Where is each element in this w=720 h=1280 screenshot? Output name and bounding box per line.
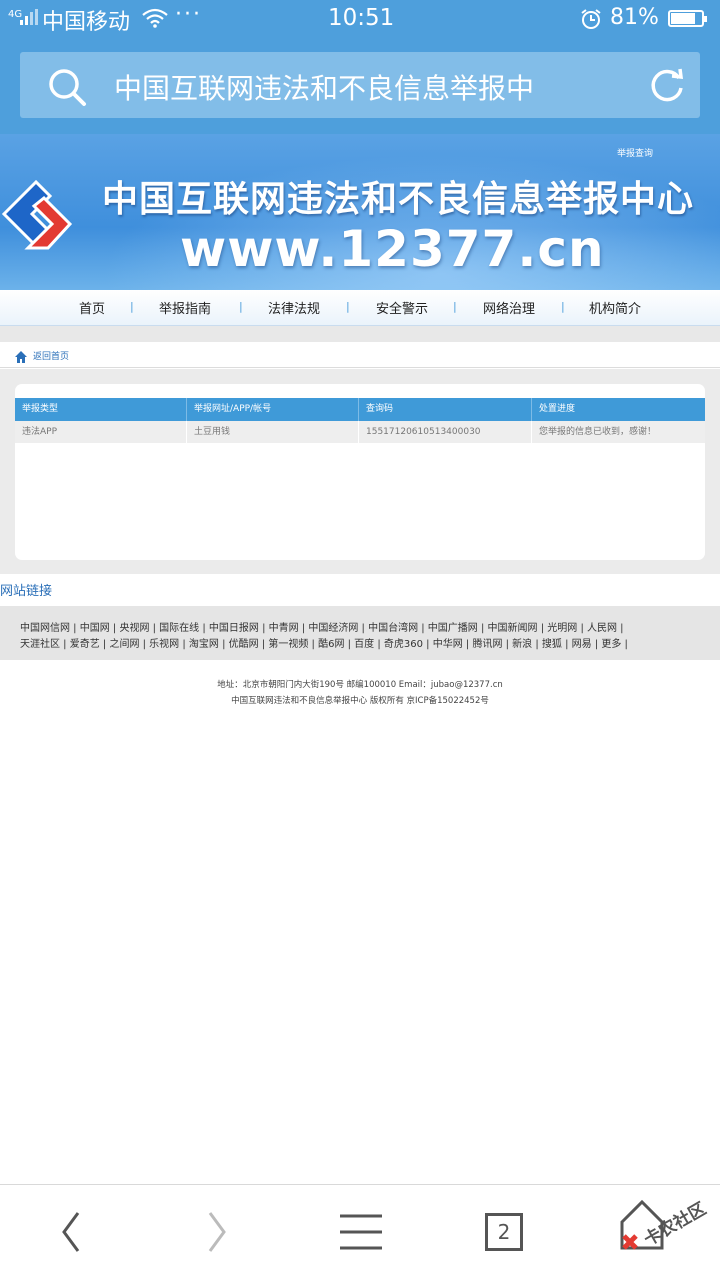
- nav-item-about[interactable]: 机构简介: [589, 298, 641, 317]
- status-bar: 4G 中国移动 ··· 10:51 81%: [0, 0, 720, 38]
- column-header-target: 举报网址/APP/帐号: [187, 398, 359, 421]
- address-bar[interactable]: 中国互联网违法和不良信息举报中: [20, 52, 700, 118]
- address-text[interactable]: 中国互联网违法和不良信息举报中: [114, 67, 614, 107]
- nav-separator: |: [453, 300, 457, 313]
- table-row: 违法APP 土豆用钱 15517120610513400030 您举报的信息已收…: [15, 421, 705, 443]
- search-icon[interactable]: [46, 66, 88, 112]
- nav-separator: |: [561, 300, 565, 313]
- browser-address-area: 中国互联网违法和不良信息举报中: [0, 38, 720, 134]
- nav-item-laws[interactable]: 法律法规: [268, 298, 320, 317]
- links-row[interactable]: 中国网信网 | 中国网 | 央视网 | 国际在线 | 中国日报网 | 中青网 |…: [20, 619, 624, 634]
- cell-status: 您举报的信息已收到，感谢！: [539, 427, 657, 437]
- nav-item-home[interactable]: 首页: [79, 298, 105, 317]
- table-header: 举报类型 举报网址/APP/帐号 查询码 处置进度: [15, 398, 705, 421]
- breadcrumb: 返回首页: [0, 342, 720, 368]
- nav-item-guide[interactable]: 举报指南: [159, 298, 211, 317]
- column-header-status: 处置进度: [539, 404, 576, 414]
- nav-separator: |: [130, 300, 134, 313]
- browser-toolbar: 2: [0, 1184, 720, 1280]
- back-icon[interactable]: [58, 1209, 84, 1259]
- report-query-link[interactable]: 举报查询: [617, 146, 653, 159]
- links-row[interactable]: 天涯社区 | 爱奇艺 | 之间网 | 乐视网 | 淘宝网 | 优酷网 | 第一视…: [20, 635, 628, 650]
- battery-percent: 81%: [610, 5, 659, 30]
- footer-copyright: 中国互联网违法和不良信息举报中心 版权所有 京ICP备15022452号: [231, 696, 489, 706]
- column-header-query-code: 查询码: [359, 398, 532, 421]
- nav-separator: |: [346, 300, 350, 313]
- site-url: www.12377.cn: [180, 220, 605, 278]
- footer-address: 地址：北京市朝阳门内大街190号 邮编100010 Email：jubao@12…: [217, 680, 503, 690]
- refresh-icon[interactable]: [648, 66, 686, 108]
- home-icon[interactable]: [15, 348, 27, 367]
- nav-item-security-alert[interactable]: 安全警示: [376, 298, 428, 317]
- report-result-card: 举报类型 举报网址/APP/帐号 查询码 处置进度 违法APP 土豆用钱 155…: [15, 384, 705, 560]
- alarm-icon: [580, 8, 602, 34]
- site-title: 中国互联网违法和不良信息举报中心: [102, 179, 695, 220]
- site-logo: [0, 178, 86, 262]
- cell-type: 违法APP: [15, 421, 187, 443]
- clock: 10:51: [328, 5, 395, 31]
- site-banner: 举报查询 中国互联网违法和不良信息举报中心 www.12377.cn: [0, 134, 720, 290]
- back-to-home-link[interactable]: 返回首页: [33, 349, 69, 362]
- links-title: 网站链接: [0, 578, 720, 606]
- column-header-type: 举报类型: [15, 398, 187, 421]
- main-nav: 首页 | 举报指南 | 法律法规 | 安全警示 | 网络治理 | 机构简介: [0, 290, 720, 326]
- signal-icon: [20, 9, 38, 25]
- nav-separator: |: [239, 300, 243, 313]
- battery-icon: [668, 10, 707, 27]
- nav-item-governance[interactable]: 网络治理: [483, 298, 535, 317]
- tabs-icon[interactable]: 2: [485, 1213, 523, 1251]
- wifi-icon: [142, 8, 168, 32]
- report-table: 举报类型 举报网址/APP/帐号 查询码 处置进度 违法APP 土豆用钱 155…: [15, 398, 705, 443]
- battery-fill: [671, 13, 696, 24]
- menu-icon[interactable]: [338, 1213, 384, 1255]
- cell-target: 土豆用钱: [187, 421, 359, 443]
- carrier-name: 中国移动: [42, 10, 131, 35]
- forward-icon[interactable]: [204, 1209, 230, 1259]
- more-dots-icon: ···: [175, 2, 202, 27]
- friend-links: 中国网信网 | 中国网 | 央视网 | 国际在线 | 中国日报网 | 中青网 |…: [0, 606, 720, 660]
- cell-query-code: 15517120610513400030: [359, 421, 532, 443]
